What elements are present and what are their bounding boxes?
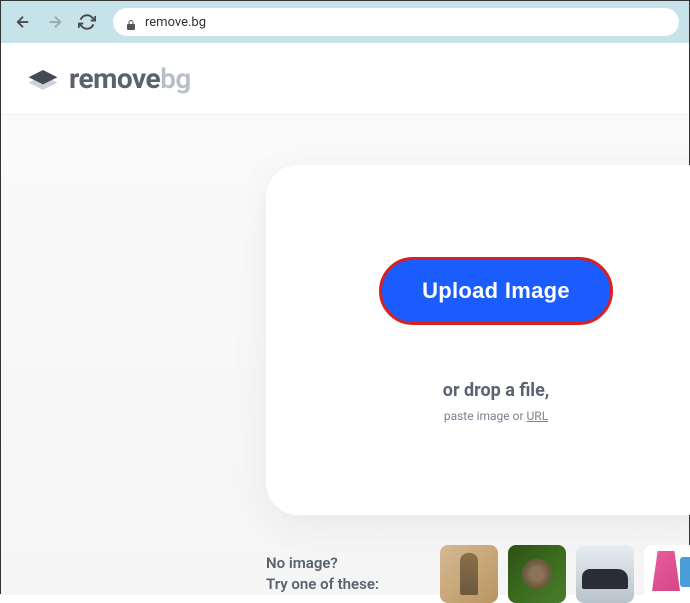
address-bar[interactable]: remove.bg	[113, 8, 679, 36]
logo-icon	[25, 61, 61, 97]
paste-text: paste image or URL	[444, 409, 548, 423]
forward-button[interactable]	[43, 10, 67, 34]
site-header: removebg	[1, 43, 689, 115]
example-thumb-car[interactable]	[576, 545, 634, 603]
try-examples-section: No image? Try one of these:	[266, 545, 690, 603]
logo-text: removebg	[69, 62, 191, 95]
try-line2: Try one of these:	[266, 574, 426, 595]
main-content: Upload Image or drop a file, paste image…	[1, 115, 689, 595]
example-thumb-animal[interactable]	[508, 545, 566, 603]
browser-toolbar: remove.bg	[1, 1, 689, 43]
lock-icon	[125, 16, 137, 28]
reload-button[interactable]	[75, 10, 99, 34]
try-text: No image? Try one of these:	[266, 553, 426, 595]
upload-card[interactable]: Upload Image or drop a file, paste image…	[266, 165, 690, 515]
drop-file-text: or drop a file,	[443, 380, 549, 401]
logo-main: remove	[69, 62, 160, 95]
paste-url-link[interactable]: URL	[527, 409, 549, 423]
example-thumb-person[interactable]	[440, 545, 498, 603]
logo[interactable]: removebg	[25, 61, 191, 97]
upload-image-button[interactable]: Upload Image	[379, 257, 613, 325]
paste-prefix: paste image or	[444, 409, 527, 423]
logo-sub: bg	[160, 62, 191, 95]
url-text: remove.bg	[145, 15, 206, 30]
example-thumb-product[interactable]	[644, 545, 690, 603]
back-button[interactable]	[11, 10, 35, 34]
example-thumbnails	[440, 545, 690, 603]
try-line1: No image?	[266, 553, 426, 574]
